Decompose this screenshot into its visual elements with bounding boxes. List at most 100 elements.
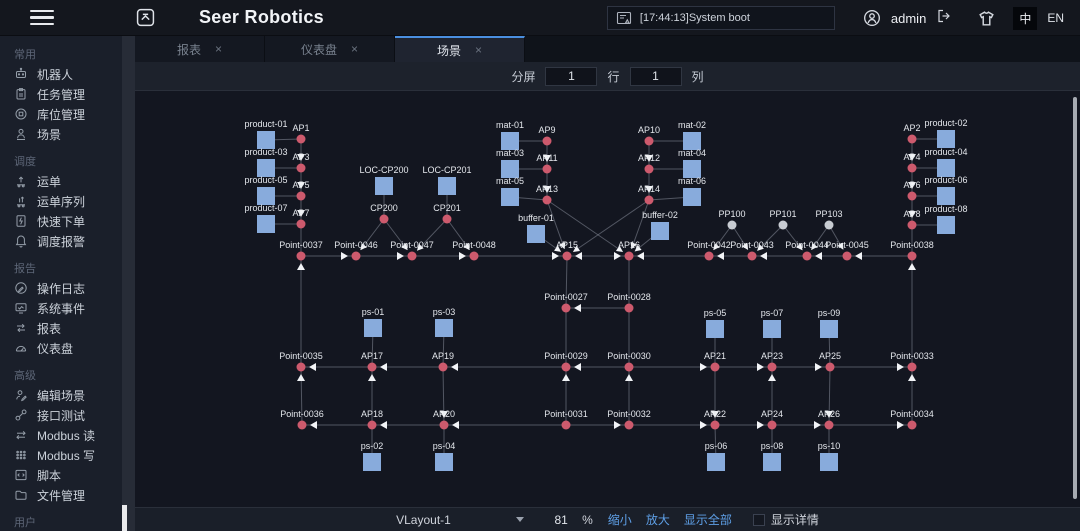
sidebar-item-report[interactable]: 报表 bbox=[0, 318, 122, 338]
tab-仪表盘[interactable]: 仪表盘× bbox=[265, 36, 395, 62]
show-detail-checkbox[interactable] bbox=[753, 514, 765, 526]
point-node-Point-0046[interactable] bbox=[352, 252, 361, 261]
station-node-mat-06[interactable] bbox=[683, 188, 701, 206]
point-node-AP21[interactable] bbox=[711, 363, 720, 372]
point-node-AP11[interactable] bbox=[543, 165, 552, 174]
zoom-in-link[interactable]: 放大 bbox=[646, 511, 670, 528]
point-node-AP19[interactable] bbox=[439, 363, 448, 372]
tab-场景[interactable]: 场景× bbox=[395, 36, 525, 62]
point-node-CP200[interactable] bbox=[380, 215, 389, 224]
station-node-buffer-01[interactable] bbox=[527, 225, 545, 243]
point-node-Point-0042[interactable] bbox=[705, 252, 714, 261]
sidebar-scrollbar[interactable] bbox=[122, 36, 135, 531]
station-node-product-06[interactable] bbox=[937, 187, 955, 205]
sidebar-item-quick-order[interactable]: 快速下单 bbox=[0, 211, 122, 231]
point-node-Point-0028[interactable] bbox=[625, 304, 634, 313]
split-rows-input[interactable] bbox=[545, 67, 597, 86]
point-node-Point-0038[interactable] bbox=[908, 252, 917, 261]
point-node-AP24[interactable] bbox=[768, 421, 777, 430]
zoom-out-link[interactable]: 缩小 bbox=[608, 511, 632, 528]
point-node-Point-0044[interactable] bbox=[803, 252, 812, 261]
point-node-AP5[interactable] bbox=[297, 192, 306, 201]
station-node-mat-05[interactable] bbox=[501, 188, 519, 206]
station-node-ps-01[interactable] bbox=[364, 319, 382, 337]
point-node-Point-0048[interactable] bbox=[470, 252, 479, 261]
point-node-AP20[interactable] bbox=[440, 421, 449, 430]
show-all-link[interactable]: 显示全部 bbox=[684, 511, 732, 528]
point-node-Point-0030[interactable] bbox=[625, 363, 634, 372]
lang-en-button[interactable]: EN bbox=[1043, 8, 1068, 28]
sidebar-item-edit-scene[interactable]: 编辑场景 bbox=[0, 385, 122, 405]
point-node-PP101[interactable] bbox=[779, 221, 788, 230]
point-node-AP6[interactable] bbox=[908, 192, 917, 201]
point-node-AP15[interactable] bbox=[563, 252, 572, 261]
sidebar-item-modbus-write[interactable]: Modbus 写 bbox=[0, 445, 122, 465]
logout-icon[interactable] bbox=[936, 8, 952, 29]
station-node-product-08[interactable] bbox=[937, 216, 955, 234]
point-node-Point-0027[interactable] bbox=[562, 304, 571, 313]
point-node-Point-0029[interactable] bbox=[562, 363, 571, 372]
station-node-LOC-CP201[interactable] bbox=[438, 177, 456, 195]
point-node-AP2[interactable] bbox=[908, 135, 917, 144]
point-node-Point-0037[interactable] bbox=[297, 252, 306, 261]
sidebar-item-log[interactable]: 操作日志 bbox=[0, 278, 122, 298]
station-node-ps-05[interactable] bbox=[706, 320, 724, 338]
point-node-AP23[interactable] bbox=[768, 363, 777, 372]
sidebar-item-scene[interactable]: 场景 bbox=[0, 124, 122, 144]
point-node-Point-0033[interactable] bbox=[908, 363, 917, 372]
layout-select[interactable]: VLayout-1 bbox=[396, 513, 524, 527]
sidebar-item-dashboard[interactable]: 仪表盘 bbox=[0, 338, 122, 358]
point-node-Point-0047[interactable] bbox=[408, 252, 417, 261]
station-node-buffer-02[interactable] bbox=[651, 222, 669, 240]
sidebar-item-script[interactable]: 脚本 bbox=[0, 465, 122, 485]
station-node-ps-09[interactable] bbox=[820, 320, 838, 338]
point-node-Point-0043[interactable] bbox=[748, 252, 757, 261]
point-node-AP13[interactable] bbox=[543, 196, 552, 205]
station-node-ps-03[interactable] bbox=[435, 319, 453, 337]
close-icon[interactable]: × bbox=[475, 43, 482, 57]
station-node-product-02[interactable] bbox=[937, 130, 955, 148]
station-node-LOC-CP200[interactable] bbox=[375, 177, 393, 195]
station-node-product-07[interactable] bbox=[257, 215, 275, 233]
point-node-AP10[interactable] bbox=[645, 137, 654, 146]
station-node-ps-02[interactable] bbox=[363, 453, 381, 471]
sidebar-item-waybill-seq[interactable]: 运单序列 bbox=[0, 191, 122, 211]
point-node-AP26[interactable] bbox=[825, 421, 834, 430]
point-node-AP17[interactable] bbox=[368, 363, 377, 372]
station-node-ps-07[interactable] bbox=[763, 320, 781, 338]
point-node-Point-0034[interactable] bbox=[908, 421, 917, 430]
point-node-AP1[interactable] bbox=[297, 135, 306, 144]
point-node-AP18[interactable] bbox=[368, 421, 377, 430]
close-icon[interactable]: × bbox=[351, 42, 358, 56]
sidebar-item-task[interactable]: 任务管理 bbox=[0, 84, 122, 104]
split-cols-input[interactable] bbox=[630, 67, 682, 86]
collapse-panel-icon[interactable] bbox=[136, 8, 155, 27]
menu-icon[interactable] bbox=[30, 10, 54, 25]
point-node-PP103[interactable] bbox=[825, 221, 834, 230]
point-node-Point-0035[interactable] bbox=[297, 363, 306, 372]
sidebar-item-alarm[interactable]: 调度报警 bbox=[0, 231, 122, 251]
sidebar-item-waybill[interactable]: 运单 bbox=[0, 171, 122, 191]
station-node-ps-06[interactable] bbox=[707, 453, 725, 471]
point-node-Point-0031[interactable] bbox=[562, 421, 571, 430]
sidebar-item-storage[interactable]: 库位管理 bbox=[0, 104, 122, 124]
station-node-ps-04[interactable] bbox=[435, 453, 453, 471]
station-node-ps-10[interactable] bbox=[820, 453, 838, 471]
tab-报表[interactable]: 报表× bbox=[135, 36, 265, 62]
sidebar-item-file[interactable]: 文件管理 bbox=[0, 485, 122, 505]
point-node-AP4[interactable] bbox=[908, 164, 917, 173]
sidebar-item-modbus-read[interactable]: Modbus 读 bbox=[0, 425, 122, 445]
point-node-Point-0032[interactable] bbox=[625, 421, 634, 430]
station-node-ps-08[interactable] bbox=[763, 453, 781, 471]
point-node-PP100[interactable] bbox=[728, 221, 737, 230]
point-node-Point-0045[interactable] bbox=[843, 252, 852, 261]
point-node-AP12[interactable] bbox=[645, 165, 654, 174]
point-node-AP22[interactable] bbox=[711, 421, 720, 430]
zoom-value-input[interactable]: 81 bbox=[544, 513, 578, 527]
theme-skin-icon[interactable] bbox=[978, 10, 995, 27]
close-icon[interactable]: × bbox=[215, 42, 222, 56]
point-node-AP9[interactable] bbox=[543, 137, 552, 146]
point-node-AP8[interactable] bbox=[908, 221, 917, 230]
sidebar-item-robot[interactable]: 机器人 bbox=[0, 64, 122, 84]
scene-canvas[interactable]: product-01product-03product-05product-07… bbox=[135, 90, 1080, 507]
